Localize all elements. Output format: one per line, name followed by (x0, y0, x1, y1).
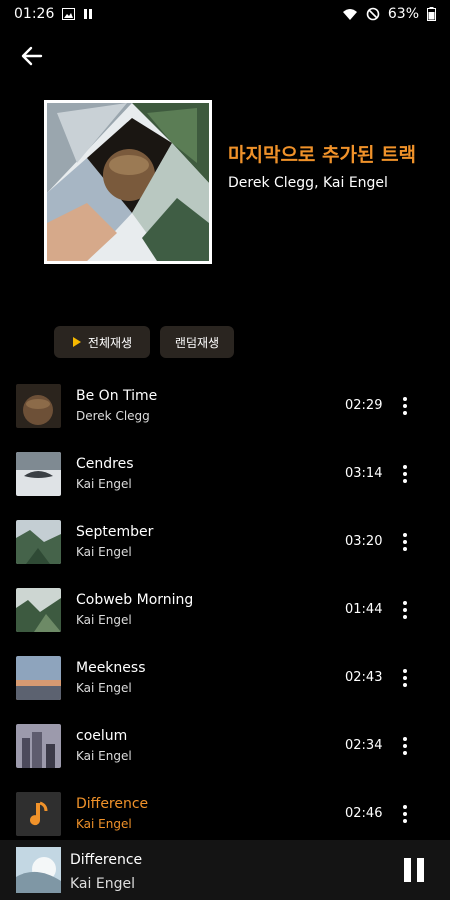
track-thumbnail (16, 452, 61, 496)
more-vert-icon (403, 397, 407, 401)
battery-percent: 63% (387, 6, 419, 22)
track-row[interactable]: Cobweb Morning Kai Engel 01:44 (0, 576, 450, 644)
track-row[interactable]: Be On Time Derek Clegg 02:29 (0, 372, 450, 440)
status-bar: 01:26 63% (0, 0, 450, 28)
track-artist: Kai Engel (76, 613, 132, 627)
arrow-left-icon (21, 46, 43, 66)
more-options-button[interactable] (394, 596, 416, 624)
playlist-title: 마지막으로 추가된 트랙 (228, 144, 417, 166)
pause-icon (404, 858, 411, 882)
track-duration: 02:43 (345, 670, 383, 685)
more-vert-icon (403, 601, 407, 605)
now-playing-thumbnail (16, 847, 61, 893)
track-row[interactable]: coelum Kai Engel 02:34 (0, 712, 450, 780)
track-title: coelum (76, 728, 128, 744)
track-duration: 03:14 (345, 466, 383, 481)
more-options-button[interactable] (394, 664, 416, 692)
shuffle-label: 랜덤재생 (174, 335, 220, 350)
track-artist: Kai Engel (76, 545, 132, 559)
track-list: Be On Time Derek Clegg 02:29 Cendres Kai… (0, 372, 450, 848)
track-title: Be On Time (76, 388, 158, 404)
more-vert-icon (403, 465, 407, 469)
track-duration: 02:34 (345, 738, 383, 753)
track-duration: 01:44 (345, 602, 383, 617)
pause-button[interactable] (400, 858, 428, 884)
now-playing-artist: Kai Engel (70, 876, 135, 892)
pause-status-icon (83, 8, 93, 20)
track-title: Difference (76, 796, 149, 812)
status-time: 01:26 (14, 6, 55, 22)
track-duration: 03:20 (345, 534, 383, 549)
more-vert-icon (403, 533, 407, 537)
track-thumbnail (16, 724, 61, 768)
track-artist: Derek Clegg (76, 409, 150, 423)
more-options-button[interactable] (394, 800, 416, 828)
track-title: September (76, 524, 154, 540)
track-duration: 02:46 (345, 806, 383, 821)
track-artist: Kai Engel (76, 477, 132, 491)
play-all-label: 전체재생 (87, 335, 133, 350)
shuffle-button[interactable]: 랜덤재생 (160, 326, 234, 358)
playlist-cover-art (44, 100, 212, 264)
battery-icon (427, 7, 436, 21)
track-row[interactable]: September Kai Engel 03:20 (0, 508, 450, 576)
track-title: Cobweb Morning (76, 592, 194, 608)
track-artist: Kai Engel (76, 681, 132, 695)
track-thumbnail (16, 520, 61, 564)
more-vert-icon (403, 805, 407, 809)
track-thumbnail (16, 588, 61, 632)
track-row-now-playing[interactable]: Difference Kai Engel 02:46 (0, 780, 450, 848)
more-vert-icon (403, 737, 407, 741)
image-icon (62, 8, 76, 20)
more-vert-icon (403, 669, 407, 673)
playlist-artists: Derek Clegg, Kai Engel (228, 175, 388, 191)
more-options-button[interactable] (394, 392, 416, 420)
track-title: Cendres (76, 456, 134, 472)
track-artist: Kai Engel (76, 749, 132, 763)
more-options-button[interactable] (394, 732, 416, 760)
play-icon (72, 337, 81, 347)
track-thumbnail (16, 656, 61, 700)
back-button[interactable] (18, 42, 46, 70)
track-artist: Kai Engel (76, 817, 132, 831)
wifi-icon (342, 8, 358, 21)
play-all-button[interactable]: 전체재생 (54, 326, 150, 358)
more-options-button[interactable] (394, 460, 416, 488)
now-playing-title: Difference (70, 852, 143, 868)
more-options-button[interactable] (394, 528, 416, 556)
track-row[interactable]: Meekness Kai Engel 02:43 (0, 644, 450, 712)
track-row[interactable]: Cendres Kai Engel 03:14 (0, 440, 450, 508)
track-duration: 02:29 (345, 398, 383, 413)
mini-player[interactable]: Difference Kai Engel (0, 840, 450, 900)
track-thumbnail (16, 792, 61, 836)
music-note-icon (16, 792, 61, 836)
do-not-disturb-icon (366, 7, 380, 21)
track-title: Meekness (76, 660, 146, 676)
track-thumbnail (16, 384, 61, 428)
